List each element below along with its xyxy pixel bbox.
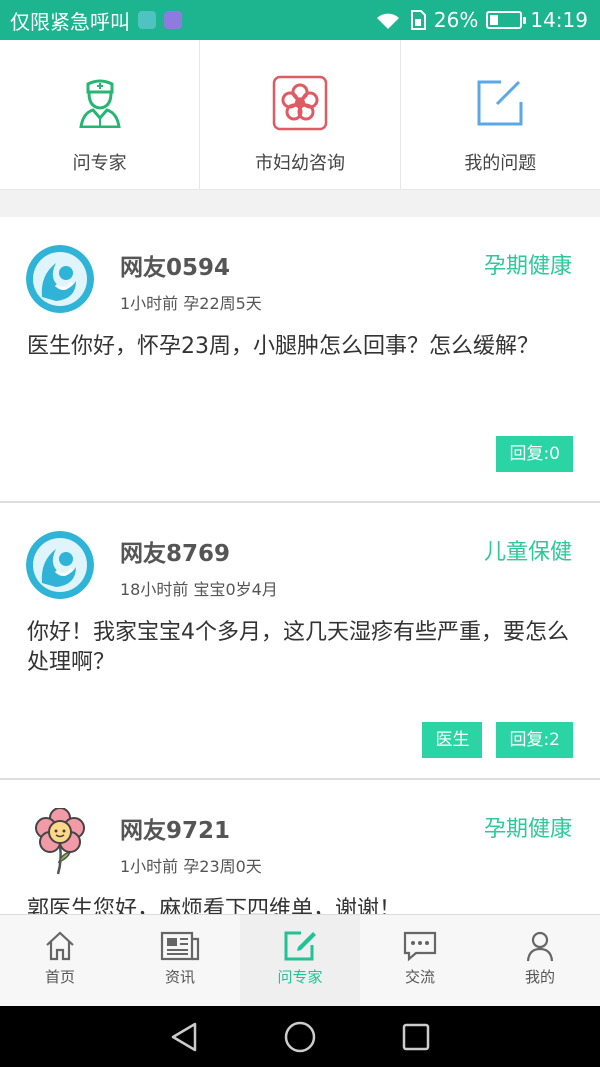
gallery-app-icon <box>164 11 182 29</box>
shortcut-my-questions[interactable]: 我的问题 <box>401 40 600 189</box>
category-label[interactable]: 孕期健康 <box>484 811 572 843</box>
nav-label: 交流 <box>404 968 435 986</box>
clock: 14:19 <box>530 8 588 32</box>
status-bar: 仅限紧急呼叫 26% 14:19 <box>0 0 600 40</box>
category-label[interactable]: 儿童保健 <box>484 534 572 566</box>
question-text: 医生你好，怀孕23周，小腿肿怎么回事？怎么缓解？ <box>27 334 539 359</box>
home-circle-icon[interactable] <box>283 1020 317 1054</box>
edit-square-icon <box>284 931 316 961</box>
sim-icon <box>410 10 426 30</box>
shortcut-label: 问专家 <box>72 153 127 174</box>
nav-label: 资讯 <box>164 968 195 986</box>
doctor-reply-badge[interactable]: 医生 <box>422 722 483 758</box>
recents-icon[interactable] <box>401 1022 431 1052</box>
doctor-icon <box>71 74 129 132</box>
reply-count-button[interactable]: 回复:2 <box>496 722 573 758</box>
user-icon <box>526 931 554 962</box>
mother-baby-avatar-icon <box>26 245 94 313</box>
shortcut-maternal-consult[interactable]: 市妇幼咨询 <box>200 40 401 189</box>
post-meta: 1小时前 孕22周5天 <box>120 294 262 313</box>
question-card[interactable]: 网友8769 18小时前 宝宝0岁4月 儿童保健 你好！我家宝宝4个多月，这几天… <box>0 502 600 779</box>
flower-badge-icon <box>271 74 329 132</box>
username: 网友0594 <box>120 255 231 281</box>
nav-news[interactable]: 资讯 <box>120 915 240 1006</box>
nav-label: 首页 <box>44 968 75 986</box>
system-nav-bar <box>0 1006 600 1067</box>
chat-icon <box>403 931 437 962</box>
question-card[interactable]: 网友0594 1小时前 孕22周5天 孕期健康 医生你好，怀孕23周，小腿肿怎么… <box>0 217 600 502</box>
username: 网友8769 <box>120 541 231 567</box>
battery-level <box>490 15 498 25</box>
battery-icon <box>486 11 527 29</box>
mother-baby-avatar-icon <box>26 531 94 599</box>
question-card[interactable]: 网友9721 1小时前 孕23周0天 孕期健康 郭医生您好，麻烦看下四维单，谢谢… <box>0 779 600 914</box>
question-text: 你好！我家宝宝4个多月，这几天湿疹有些严重，要怎么处理啊？ <box>27 620 569 675</box>
android-app-icon <box>138 11 156 29</box>
bottom-nav: 首页 资讯 问专家 交流 我的 <box>0 914 600 1006</box>
shortcut-label: 我的问题 <box>464 153 537 174</box>
shortcut-label: 市妇幼咨询 <box>254 153 345 174</box>
username: 网友9721 <box>120 818 231 844</box>
shortcut-ask-expert[interactable]: 问专家 <box>0 40 201 189</box>
battery-percent: 26% <box>433 8 479 32</box>
home-icon <box>46 931 74 961</box>
reply-count-button[interactable]: 回复:0 <box>496 436 573 472</box>
news-icon <box>160 931 200 961</box>
question-feed: 网友0594 1小时前 孕22周5天 孕期健康 医生你好，怀孕23周，小腿肿怎么… <box>0 217 600 914</box>
category-label[interactable]: 孕期健康 <box>484 248 572 280</box>
nav-community[interactable]: 交流 <box>360 915 480 1006</box>
edit-square-icon <box>471 74 529 132</box>
nav-ask-expert[interactable]: 问专家 <box>240 915 360 1006</box>
nav-label: 问专家 <box>277 968 323 986</box>
nav-label: 我的 <box>524 968 555 986</box>
carrier-text: 仅限紧急呼叫 <box>10 9 130 34</box>
back-icon[interactable] <box>169 1021 199 1053</box>
flower-avatar-icon <box>26 808 94 876</box>
post-meta: 1小时前 孕23周0天 <box>120 857 262 876</box>
wifi-icon <box>376 13 399 29</box>
question-text: 郭医生您好，麻烦看下四维单，谢谢！ <box>27 897 402 914</box>
nav-home[interactable]: 首页 <box>0 915 120 1006</box>
shortcut-bar: 问专家 市妇幼咨询 我的问题 <box>0 40 600 190</box>
nav-me[interactable]: 我的 <box>480 915 600 1006</box>
post-meta: 18小时前 宝宝0岁4月 <box>120 580 278 599</box>
